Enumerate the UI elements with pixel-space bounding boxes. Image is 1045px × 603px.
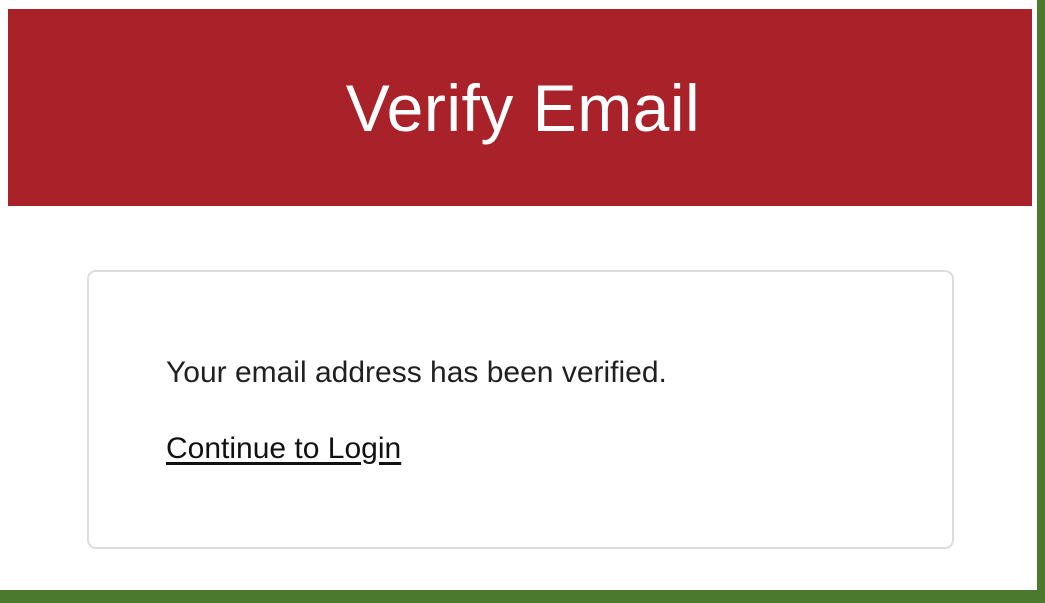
verification-message: Your email address has been verified.	[166, 356, 667, 389]
bottom-border-accent	[0, 590, 1045, 603]
page-title: Verify Email	[345, 70, 701, 145]
page-header: Verify Email	[8, 9, 1038, 206]
continue-to-login-link[interactable]: Continue to Login	[166, 432, 401, 466]
page: Verify Email Your email address has been…	[0, 0, 1045, 603]
verification-card: Your email address has been verified. Co…	[87, 270, 954, 549]
right-border-accent	[1037, 0, 1045, 603]
top-edge	[0, 0, 1045, 9]
